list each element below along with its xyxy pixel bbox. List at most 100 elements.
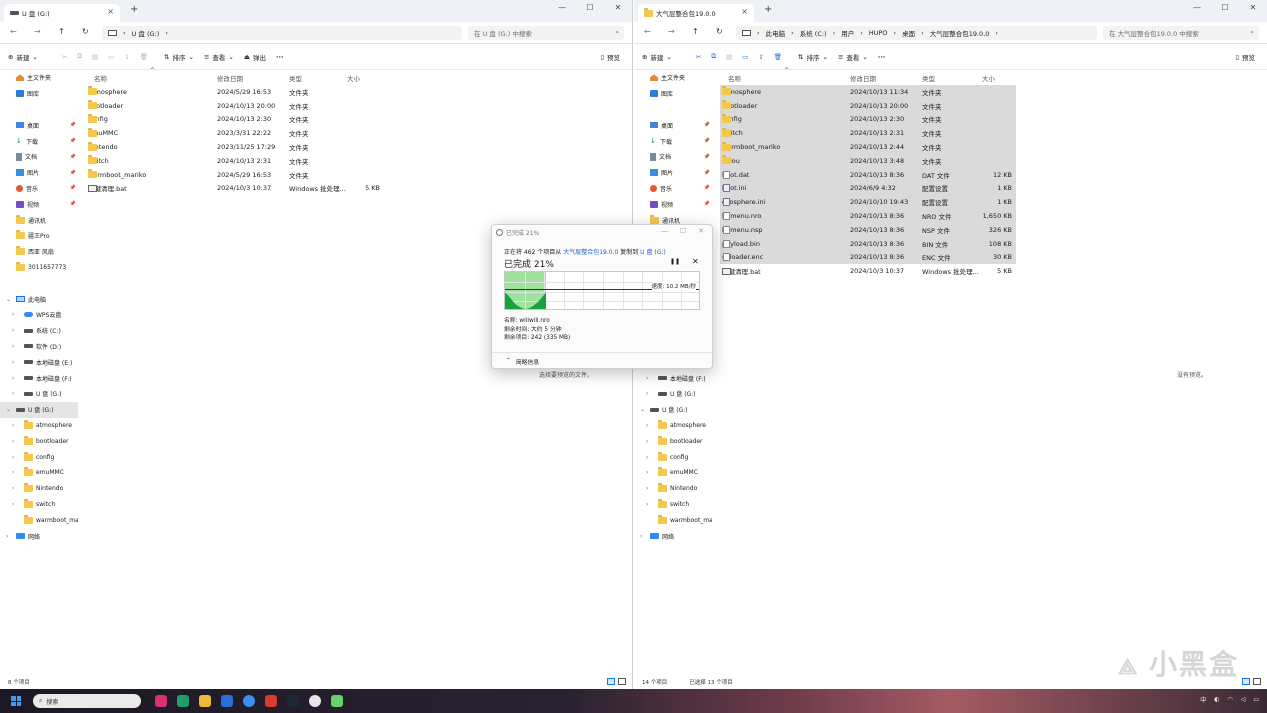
more-button[interactable]: ··· (276, 53, 283, 61)
col-type[interactable]: 类型 (922, 73, 935, 83)
file-row[interactable]: xidou 2024/10/13 3:48 文件夹 (720, 153, 1016, 168)
delete-icon[interactable]: 🗑 (140, 53, 148, 61)
file-row[interactable]: config 2024/10/13 2:30 文件夹 (720, 112, 1016, 127)
maximize-icon[interactable]: ☐ (1211, 0, 1239, 18)
nav-item[interactable]: 文档 📌 (0, 149, 78, 165)
chevron-right-icon[interactable]: › (12, 327, 14, 334)
new-tab-icon[interactable]: + (130, 4, 138, 15)
file-row[interactable]: switch 2024/10/13 2:31 文件夹 (720, 126, 1016, 141)
dialog-close-icon[interactable]: ✕ (698, 227, 704, 235)
nav-item[interactable]: 主文件夹 (634, 70, 712, 86)
rename-icon[interactable]: ▭ (742, 53, 748, 61)
nav-item[interactable]: 图库 (634, 86, 712, 102)
nav-item[interactable]: ↓ 下载 📌 (634, 133, 712, 149)
chevron-right-icon[interactable]: › (646, 485, 648, 492)
file-explorer-icon[interactable] (199, 695, 211, 707)
refresh-icon[interactable]: ↻ (82, 27, 89, 36)
chevron-right-icon[interactable]: › (12, 375, 14, 382)
file-row[interactable]: boot.ini 2024/6/9 4:32 配置设置 1 KB (720, 181, 1016, 196)
nav-item[interactable]: ⌄ U 盘 (G:) (0, 401, 78, 418)
nav-item[interactable]: › switch (0, 497, 78, 513)
nav-item[interactable]: ⌄ 此电脑 (0, 291, 78, 307)
file-row[interactable]: boot.dat 2024/10/13 8:36 DAT 文件 12 KB (720, 167, 1016, 182)
breadcrumb-segment[interactable]: U 盘 (G:) (132, 28, 160, 38)
file-row[interactable]: bootloader 2024/10/13 20:00 文件夹 (86, 99, 632, 113)
nav-item[interactable]: 疆王Pro (0, 228, 78, 244)
nav-item[interactable]: warmboot_maril (0, 512, 78, 528)
nav-item[interactable]: › 网络 (634, 528, 712, 544)
nav-item[interactable]: › switch (634, 497, 712, 513)
share-icon[interactable]: ⇪ (124, 53, 129, 61)
col-size[interactable]: 大小 (982, 73, 995, 83)
file-row[interactable]: sdloader.enc 2024/10/13 8:36 ENC 文件 30 KB (720, 250, 1016, 265)
store-icon[interactable] (221, 695, 233, 707)
nav-item[interactable]: › atmosphere (634, 418, 712, 434)
share-icon[interactable]: ⇪ (758, 53, 763, 61)
sort-button[interactable]: ⇅ 排序 ⌄ (798, 52, 828, 62)
up-icon[interactable]: ↑ (692, 27, 699, 36)
details-view-icon[interactable] (607, 678, 615, 685)
breadcrumb-segment[interactable]: HUPO (869, 29, 888, 37)
nav-item[interactable]: › emuMMC (634, 465, 712, 481)
tab-drive-g[interactable]: U 盘 (G:) × (4, 4, 120, 22)
wechat-icon[interactable] (331, 695, 343, 707)
dialog-maximize-icon[interactable]: ☐ (680, 227, 686, 235)
file-row[interactable]: hbmenu.nro 2024/10/13 8:36 NRO 文件 1,650 KB (720, 209, 1016, 223)
eject-button[interactable]: ⏏ 弹出 (244, 52, 266, 62)
file-row[interactable]: exosphere.ini 2024/10/10 19:43 配置设置 1 KB (720, 195, 1016, 210)
chevron-right-icon[interactable]: › (12, 311, 14, 318)
chevron-right-icon[interactable]: › (12, 485, 14, 492)
tab-folder[interactable]: 大气层整合包19.0.0 × (638, 4, 754, 22)
nav-item[interactable]: › bootloader (0, 433, 78, 449)
new-button[interactable]: ⊕ 新建 ⌄ (8, 52, 38, 62)
breadcrumb-segment[interactable]: 大气层整合包19.0.0 (930, 28, 990, 38)
nav-item[interactable]: › 系统 (C:) (0, 323, 78, 339)
chevron-right-icon[interactable]: › (12, 359, 14, 366)
nav-item[interactable]: › emuMMC (0, 465, 78, 481)
more-button[interactable]: ··· (878, 53, 885, 61)
forward-icon[interactable]: → (34, 27, 41, 36)
nav-item[interactable]: › config (0, 449, 78, 465)
source-link[interactable]: 大气层整合包19.0.0 (563, 249, 618, 256)
battery-icon[interactable]: ▭ (1253, 696, 1259, 703)
nav-item[interactable]: warmboot_maril (634, 512, 712, 528)
pause-icon[interactable]: ❚❚ (670, 258, 680, 265)
col-date[interactable]: 修改日期 (850, 73, 876, 83)
nav-item[interactable]: › 本地磁盘 (F:) (0, 370, 78, 386)
tiles-view-icon[interactable] (618, 678, 626, 685)
chevron-right-icon[interactable]: › (646, 454, 648, 461)
breadcrumb-segment[interactable]: 此电脑 (766, 28, 786, 38)
file-row[interactable]: hbmenu.nsp 2024/10/13 8:36 NSP 文件 326 KB (720, 222, 1016, 237)
taskbar-search[interactable]: ⌕ 搜索 (33, 694, 141, 708)
file-row[interactable]: Nintendo 2023/11/25 17:29 文件夹 (86, 140, 632, 154)
nav-item[interactable]: › 本地磁盘 (F:) (634, 370, 712, 386)
chevron-right-icon[interactable]: › (646, 422, 648, 429)
breadcrumb[interactable]: › 此电脑 › 系统 (C:) › 用户 › HUPO › 桌面 › 大气层整合包19.0.0 › (736, 26, 1097, 40)
up-icon[interactable]: ↑ (58, 27, 65, 36)
nav-item[interactable]: 文档 📌 (634, 149, 712, 165)
paste-icon[interactable]: ▤ (92, 53, 98, 61)
minimize-icon[interactable]: — (548, 0, 576, 18)
forward-icon[interactable]: → (668, 27, 675, 36)
close-tab-icon[interactable]: × (741, 7, 748, 16)
cut-icon[interactable]: ✂ (62, 53, 67, 61)
nav-item[interactable]: 图库 (0, 86, 78, 102)
nav-item[interactable]: 视频 📌 (0, 196, 78, 212)
steam-icon[interactable] (287, 695, 299, 707)
chevron-right-icon[interactable]: › (12, 501, 14, 508)
nav-item[interactable]: › atmosphere (0, 418, 78, 434)
new-button[interactable]: ⊕ 新建 ⌄ (642, 52, 672, 62)
file-row[interactable]: warmboot_mariko 2024/10/13 2:44 文件夹 (720, 140, 1016, 154)
start-button[interactable] (11, 696, 21, 706)
chevron-right-icon[interactable]: › (6, 533, 8, 540)
search-input[interactable]: 在 U 盘 (G:) 中搜索 ⌕ (468, 26, 624, 40)
preview-button[interactable]: ▯ 预览 (600, 52, 620, 62)
close-tab-icon[interactable]: × (107, 7, 114, 16)
nav-item[interactable]: › Nintendo (634, 481, 712, 497)
col-type[interactable]: 类型 (289, 73, 302, 83)
tiles-view-icon[interactable] (1253, 678, 1261, 685)
rename-icon[interactable]: ▭ (108, 53, 114, 61)
close-window-icon[interactable]: ✕ (1239, 0, 1267, 18)
sort-button[interactable]: ⇅ 排序 ⌄ (164, 52, 194, 62)
file-row[interactable]: switch 2024/10/13 2:31 文件夹 (86, 154, 632, 168)
